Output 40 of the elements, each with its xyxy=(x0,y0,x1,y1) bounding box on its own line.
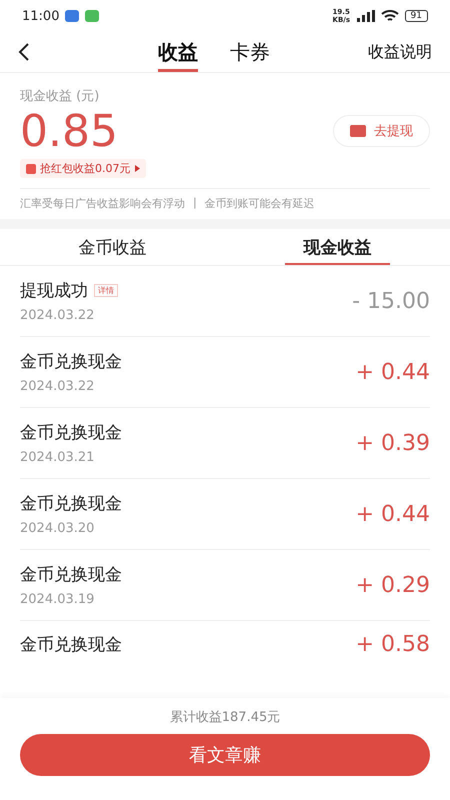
details-link[interactable]: 详情 xyxy=(94,284,118,297)
record-title: 金币兑换现金 xyxy=(20,564,122,586)
separator: | xyxy=(193,196,197,211)
notice-text: 金币到账可能会有延迟 xyxy=(204,196,315,211)
record-title: 金币兑换现金 xyxy=(20,634,122,656)
record-amount: + 0.58 xyxy=(356,632,430,656)
wallet-icon xyxy=(350,125,366,137)
tab[interactable]: 金币收益 xyxy=(60,229,165,265)
record-title: 金币兑换现金 xyxy=(20,351,122,373)
envelope-icon xyxy=(26,164,36,174)
balance-amount: 0.85 xyxy=(20,107,118,157)
tab[interactable]: 收益 xyxy=(158,32,198,72)
bonus-link[interactable]: 抢红包收益0.07元 xyxy=(20,159,146,178)
record-amount: + 0.44 xyxy=(356,502,430,526)
battery-icon: 91 xyxy=(404,10,428,22)
record-amount: + 0.44 xyxy=(356,360,430,384)
arrow-icon xyxy=(134,165,140,172)
record-date: 2024.03.22 xyxy=(20,308,96,323)
tab[interactable]: 卡券 xyxy=(230,32,270,72)
signal-icon xyxy=(356,10,375,22)
withdraw-button[interactable]: 去提现 xyxy=(333,115,430,147)
record-date: 2024.03.20 xyxy=(20,521,96,536)
record-title: 提现成功 xyxy=(20,280,88,302)
total-earnings: 累计收益187.45元 xyxy=(170,709,280,726)
balance-label: 现金收益 (元) xyxy=(20,88,100,105)
record-title: 金币兑换现金 xyxy=(20,422,122,444)
record-date: 2024.03.21 xyxy=(20,450,96,465)
record-amount: + 0.39 xyxy=(356,430,430,456)
record-title: 金币兑换现金 xyxy=(20,493,122,515)
read-articles-button[interactable]: 看文章赚 xyxy=(20,734,430,776)
tab[interactable]: 现金收益 xyxy=(285,229,390,265)
notice-text: 汇率受每日广告收益影响会有浮动 xyxy=(20,196,185,211)
record-amount: - 15.00 xyxy=(352,288,430,314)
record-date: 2024.03.19 xyxy=(20,592,96,607)
back-icon[interactable] xyxy=(18,43,30,61)
wifi-icon xyxy=(380,10,399,22)
record-amount: + 0.29 xyxy=(356,572,430,598)
record-date: 2024.03.22 xyxy=(20,379,96,394)
status-time: 11:00 xyxy=(22,8,60,24)
info-link[interactable]: 收益说明 xyxy=(368,42,432,62)
